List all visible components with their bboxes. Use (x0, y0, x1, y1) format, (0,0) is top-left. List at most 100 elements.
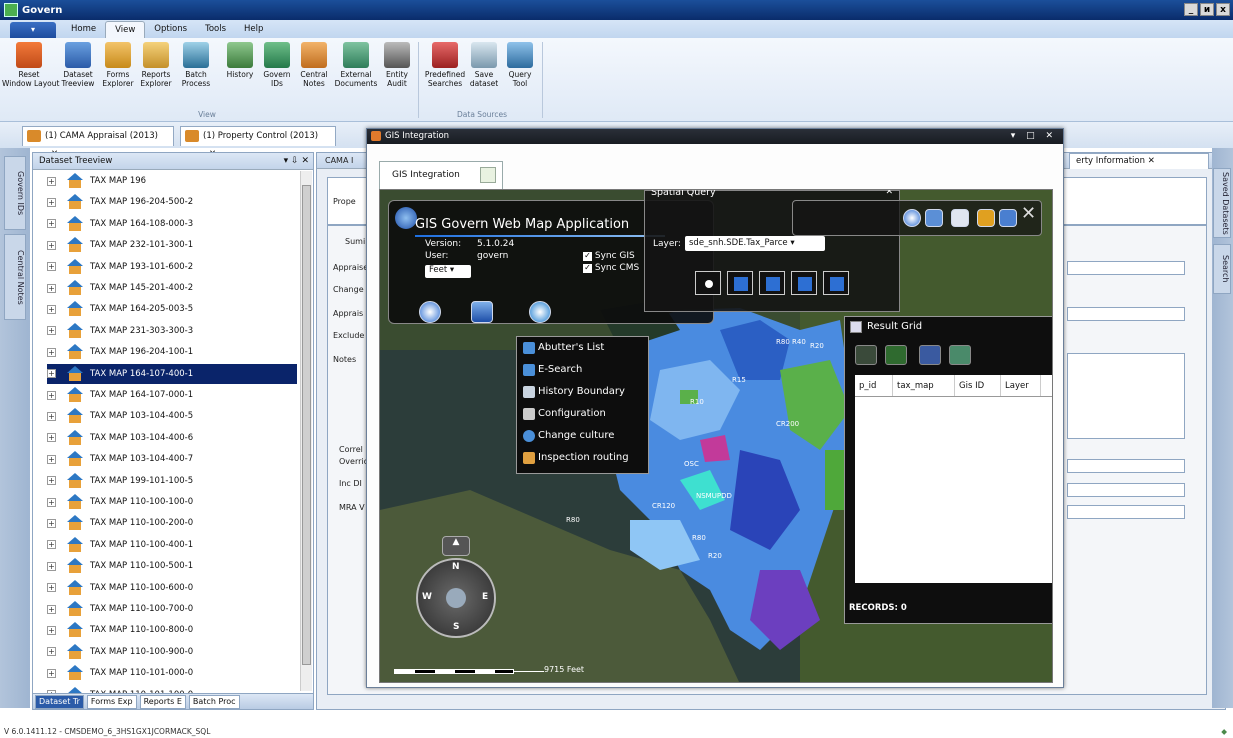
expand-icon[interactable]: + (47, 583, 56, 593)
expand-icon[interactable]: + (47, 604, 56, 614)
draw-polyline-button[interactable] (727, 271, 753, 295)
tree-item[interactable]: + TAX MAP 196-204-100-1 (47, 342, 297, 362)
expand-icon[interactable]: + (47, 283, 56, 293)
tab-tools[interactable]: Tools (196, 21, 235, 38)
tree-item[interactable]: + TAX MAP 164-205-003-5 (47, 299, 297, 319)
zoom-in-button[interactable]: ▲ (442, 536, 470, 556)
central-notes-button[interactable]: Central Notes (294, 42, 334, 88)
column-header[interactable]: p_id (855, 375, 893, 396)
tree-item[interactable]: + TAX MAP 164-107-000-1 (47, 385, 297, 405)
notes-field[interactable] (1067, 353, 1185, 439)
expand-icon[interactable]: + (47, 411, 56, 421)
tab-reports-explorer[interactable]: Reports E (139, 694, 186, 709)
target-tool-button[interactable] (529, 301, 551, 323)
pan-handle[interactable] (446, 588, 466, 608)
tab-property-control[interactable]: (1) Property Control (2013) ✕ (180, 126, 336, 159)
restore-button[interactable]: и (1200, 3, 1214, 16)
sync-cms-checkbox[interactable]: ✓ Sync CMS (583, 263, 639, 273)
tab-gis-integration[interactable]: GIS Integration (379, 161, 503, 189)
grid-settings-button[interactable] (855, 345, 877, 365)
dataset-treeview-button[interactable]: Dataset Treeview (58, 42, 98, 88)
expand-icon[interactable]: + (47, 561, 56, 571)
text-field[interactable] (1067, 483, 1185, 497)
close-icon[interactable]: ✕ (1148, 156, 1155, 166)
draw-point-button[interactable] (695, 271, 721, 295)
gis-window-title-bar[interactable]: GIS Integration ▾ □ ✕ (367, 129, 1063, 144)
gis-window-controls[interactable]: ▾ □ ✕ (1011, 129, 1057, 143)
history-button[interactable]: History (220, 42, 260, 79)
tree-item[interactable]: + TAX MAP 193-101-600-2 (47, 257, 297, 277)
scroll-thumb[interactable] (302, 185, 311, 665)
tree-item[interactable]: + TAX MAP 103-104-400-7 (47, 449, 297, 469)
central-notes-side-tab[interactable]: Central Notes (4, 234, 26, 320)
forms-explorer-button[interactable]: Forms Explorer (100, 42, 136, 88)
tab-summary[interactable]: Sumi (345, 237, 365, 246)
expand-icon[interactable]: + (47, 518, 56, 528)
tab-home[interactable]: Home (62, 21, 105, 38)
tab-batch-process[interactable]: Batch Proc (188, 694, 240, 709)
menu-item-inspection-routing[interactable]: Inspection routing (523, 447, 629, 469)
save-dataset-button[interactable]: Save dataset (466, 42, 502, 88)
expand-icon[interactable]: + (47, 668, 56, 678)
column-header[interactable]: tax_map (893, 375, 955, 396)
column-header[interactable]: Layer (1001, 375, 1041, 396)
menu-item-history-boundary[interactable]: History Boundary (523, 381, 625, 403)
column-header[interactable]: Gis ID (955, 375, 1001, 396)
units-select[interactable]: Feet ▾ (425, 265, 471, 278)
tab-help[interactable]: Help (235, 21, 272, 38)
draw-rectangle-button[interactable] (791, 271, 817, 295)
edit-icon[interactable] (977, 209, 995, 227)
close-button[interactable]: x (1216, 3, 1230, 16)
result-table[interactable]: p_id tax_map Gis ID Layer (855, 375, 1052, 583)
tree-item[interactable]: + TAX MAP 196 (47, 171, 297, 191)
expand-icon[interactable]: + (47, 347, 56, 357)
tree-item[interactable]: + TAX MAP 196-204-500-2 (47, 192, 297, 212)
expand-icon[interactable]: + (47, 326, 56, 336)
tree-item[interactable]: + TAX MAP 110-100-900-0 (47, 642, 297, 662)
pin-close-controls[interactable]: ▾ ⇩ ✕ (284, 153, 309, 169)
tree-item[interactable]: + TAX MAP 110-100-600-0 (47, 578, 297, 598)
external-documents-button[interactable]: External Documents (334, 42, 378, 88)
tab-forms-explorer[interactable]: Forms Exp (86, 694, 137, 709)
tree-item[interactable]: + TAX MAP 164-108-000-3 (47, 214, 297, 234)
menu-item-e-search[interactable]: E-Search (523, 359, 582, 381)
refresh-map-button[interactable] (480, 167, 496, 183)
expand-icon[interactable]: + (47, 497, 56, 507)
tree-item[interactable]: + TAX MAP 110-100-800-0 (47, 620, 297, 640)
tab-property[interactable]: Prope (333, 197, 356, 206)
expand-icon[interactable]: + (47, 454, 56, 464)
sync-gis-checkbox[interactable]: ✓ Sync GIS (583, 251, 635, 261)
close-icon[interactable]: ✕ (885, 190, 893, 197)
tree-item[interactable]: + TAX MAP 103-104-400-6 (47, 428, 297, 448)
expand-icon[interactable]: + (47, 240, 56, 250)
tree-item[interactable]: + TAX MAP 199-101-100-5 (47, 471, 297, 491)
tab-options[interactable]: Options (145, 21, 196, 38)
entity-audit-button[interactable]: Entity Audit (380, 42, 414, 88)
expand-icon[interactable]: + (47, 304, 56, 314)
navigation-compass[interactable]: ▲ N S W E (416, 536, 496, 656)
tree-scrollbar[interactable] (300, 171, 312, 691)
tree-item[interactable]: + TAX MAP 232-101-300-1 (47, 235, 297, 255)
app-menu-button[interactable]: ▾ (10, 22, 56, 38)
expand-icon[interactable]: + (47, 647, 56, 657)
menu-item-change-culture[interactable]: Change culture (523, 425, 614, 447)
tree-item[interactable]: + TAX MAP 164-107-400-1 (47, 363, 297, 384)
expand-icon[interactable]: + (47, 476, 56, 486)
tree-item[interactable]: + TAX MAP 110-100-400-1 (47, 535, 297, 555)
saved-datasets-side-tab[interactable]: Saved Datasets (1213, 168, 1231, 238)
text-field[interactable] (1067, 459, 1185, 473)
layer-select[interactable]: sde_snh.SDE.Tax_Parce ▾ (685, 236, 825, 251)
expand-icon[interactable]: + (47, 197, 56, 207)
expand-icon[interactable]: + (47, 176, 56, 186)
tree-item[interactable]: + TAX MAP 110-100-500-1 (47, 556, 297, 576)
tree-item[interactable]: + TAX MAP 110-101-000-0 (47, 663, 297, 683)
search-side-tab[interactable]: Search (1213, 244, 1231, 294)
tree-item[interactable]: + TAX MAP 110-100-200-0 (47, 513, 297, 533)
menu-item-configuration[interactable]: Configuration (523, 403, 606, 425)
query-tool-button[interactable]: Query Tool (502, 42, 538, 88)
menu-item-abutters-list[interactable]: Abutter's List (523, 337, 604, 359)
identify-icon[interactable] (925, 209, 943, 227)
govern-ids-button[interactable]: Govern IDs (260, 42, 294, 88)
tree-item[interactable]: + TAX MAP 110-100-100-0 (47, 492, 297, 512)
tab-view[interactable]: View (105, 21, 146, 38)
